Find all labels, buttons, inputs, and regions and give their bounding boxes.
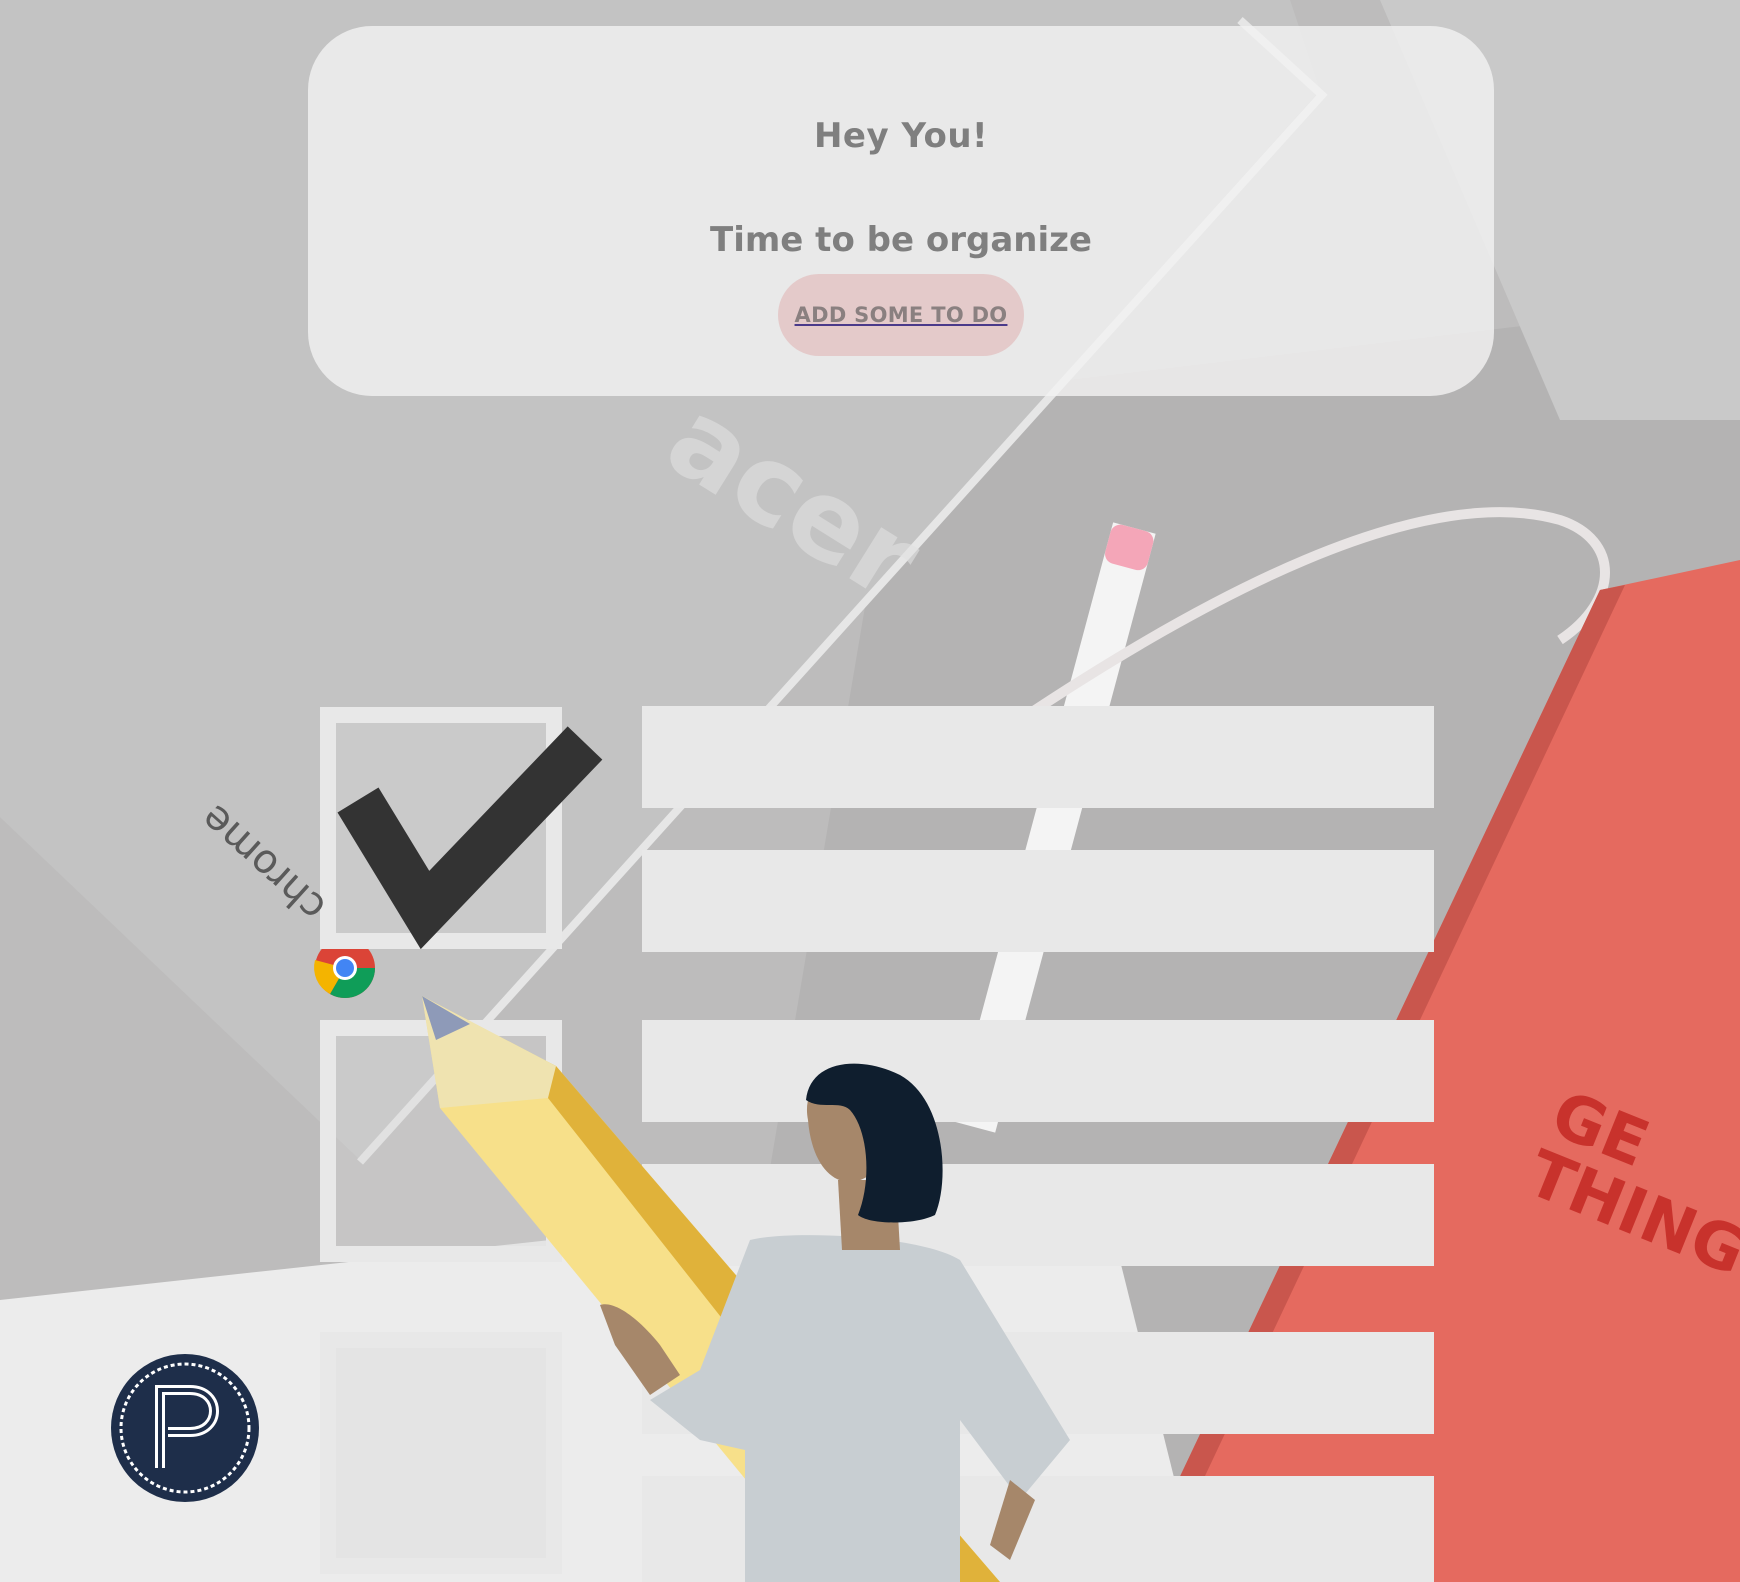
task-bar-2a [642, 1020, 1434, 1122]
hero-tagline: Time to be organize [710, 220, 1092, 260]
p-badge-icon [111, 1354, 259, 1502]
hero-card: Hey You! Time to be organize ADD SOME TO… [308, 26, 1494, 396]
checkbox-3 [320, 1332, 562, 1574]
task-bar-1b [642, 850, 1434, 952]
hero-greeting: Hey You! [813, 116, 989, 156]
add-todo-button[interactable]: ADD SOME TO DO [778, 274, 1024, 356]
task-bar-1a [642, 706, 1434, 808]
